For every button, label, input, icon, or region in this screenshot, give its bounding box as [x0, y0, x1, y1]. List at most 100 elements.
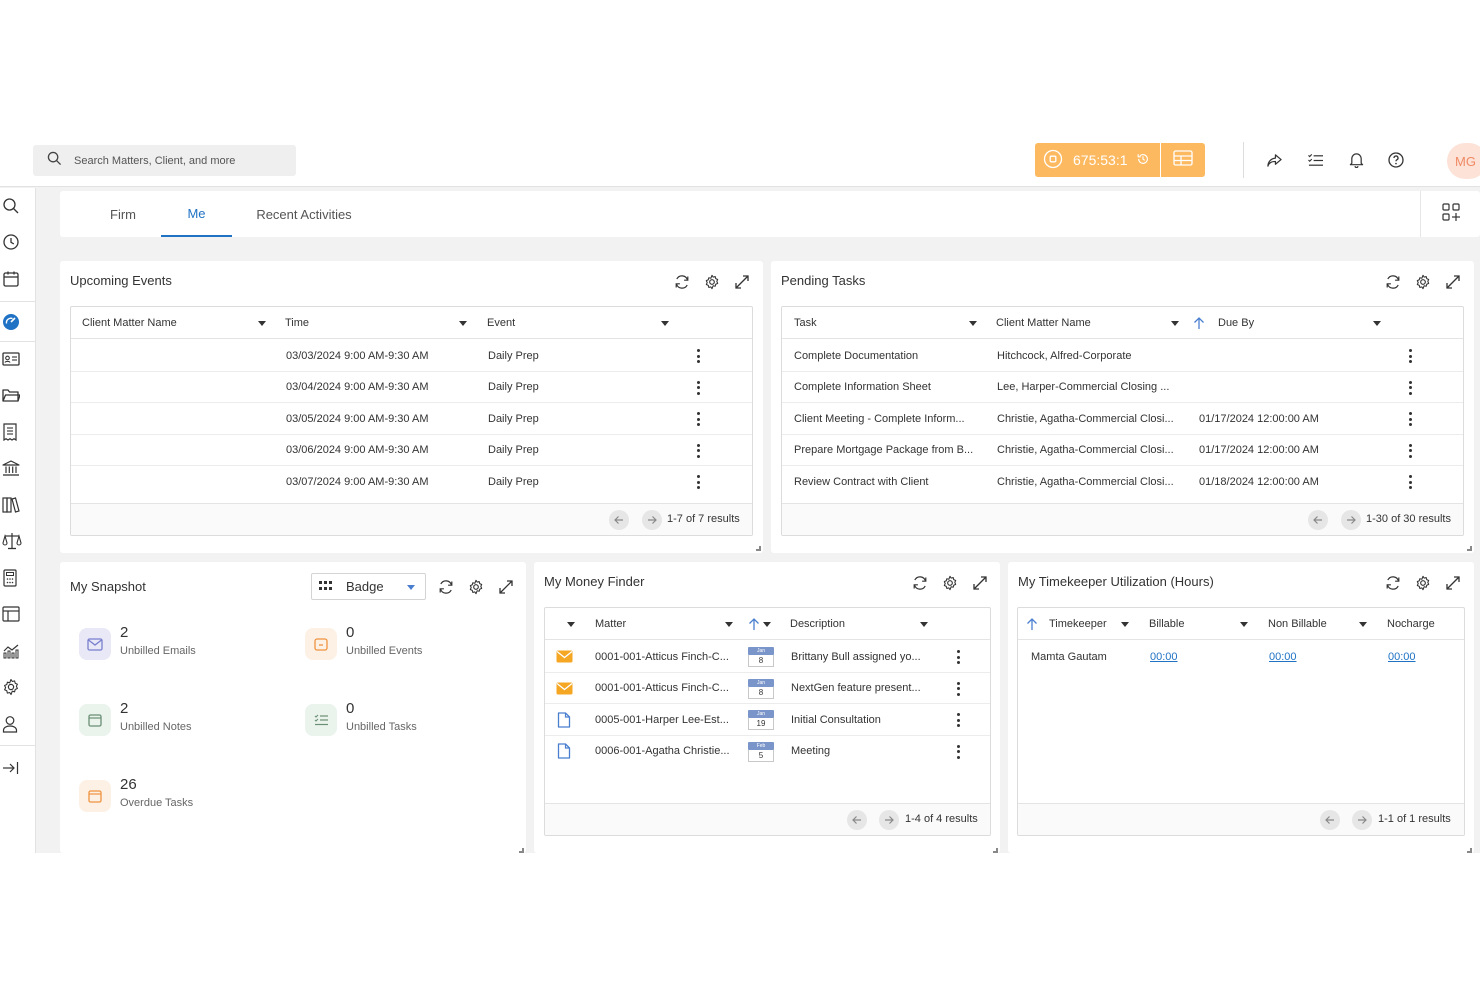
column-menu-icon[interactable] [763, 622, 771, 627]
expand-icon[interactable] [733, 273, 751, 291]
expand-icon[interactable] [497, 578, 515, 596]
table-row[interactable]: 03/05/2024 9:00 AM-9:30 AM Daily Prep [71, 403, 752, 435]
global-search[interactable]: Search Matters, Client, and more [33, 145, 296, 176]
notification-bell-icon[interactable] [1346, 150, 1366, 170]
column-header-billable[interactable]: Billable [1149, 608, 1184, 640]
refresh-icon[interactable] [911, 574, 929, 592]
nav-layout-icon[interactable] [0, 599, 36, 629]
expand-sidebar-icon[interactable] [0, 753, 36, 783]
column-menu-icon[interactable] [258, 321, 266, 326]
resize-handle[interactable] [1467, 848, 1472, 853]
column-header-description[interactable]: Description [790, 608, 845, 640]
billable-link[interactable]: 00:00 [1150, 641, 1178, 672]
snapshot-unbilled-events[interactable]: 0 Unbilled Events [305, 624, 505, 664]
share-icon[interactable] [1264, 150, 1284, 170]
table-row[interactable]: Complete Information Sheet Lee, Harper-C… [782, 372, 1463, 404]
column-menu-icon[interactable] [920, 622, 928, 627]
column-header-time[interactable]: Time [285, 307, 309, 339]
sort-ascending-icon[interactable] [748, 608, 760, 640]
row-menu-icon[interactable] [696, 443, 700, 458]
column-menu-icon[interactable] [1121, 622, 1129, 627]
row-menu-icon[interactable] [696, 475, 700, 490]
expand-icon[interactable] [1444, 574, 1462, 592]
table-row[interactable]: 03/07/2024 9:00 AM-9:30 AM Daily Prep [71, 466, 752, 498]
resize-handle[interactable] [993, 848, 998, 853]
table-row[interactable]: Complete Documentation Hitchcock, Alfred… [782, 340, 1463, 372]
column-header-matter[interactable]: Matter [595, 608, 626, 640]
timer-button[interactable]: 675:53:1 [1035, 143, 1160, 177]
row-menu-icon[interactable] [696, 349, 700, 363]
gear-icon[interactable] [703, 273, 721, 291]
snapshot-unbilled-emails[interactable]: 2 Unbilled Emails [79, 624, 279, 664]
nav-search-icon[interactable] [0, 191, 36, 221]
gear-icon[interactable] [467, 578, 485, 596]
table-row[interactable]: 03/06/2024 9:00 AM-9:30 AM Daily Prep [71, 435, 752, 467]
column-menu-icon[interactable] [725, 622, 733, 627]
refresh-icon[interactable] [1384, 273, 1402, 291]
stop-icon[interactable] [1043, 149, 1063, 172]
resize-handle[interactable] [756, 546, 761, 551]
nav-calendar-icon[interactable] [0, 264, 36, 294]
sort-ascending-icon[interactable] [1026, 608, 1038, 640]
nav-bank-icon[interactable] [0, 453, 36, 483]
table-row[interactable]: Mamta Gautam 00:00 00:00 00:00 [1018, 641, 1464, 673]
tab-recent-activities[interactable]: Recent Activities [250, 191, 358, 237]
column-header-nocharge[interactable]: Nocharge [1387, 608, 1435, 640]
row-menu-icon[interactable] [956, 744, 960, 759]
table-row[interactable]: Prepare Mortgage Package from B... Chris… [782, 435, 1463, 467]
row-menu-icon[interactable] [1408, 349, 1412, 363]
snapshot-overdue-tasks[interactable]: 26 Overdue Tasks [79, 776, 279, 816]
sort-ascending-icon[interactable] [1193, 307, 1205, 339]
next-page-icon[interactable] [1352, 810, 1372, 830]
table-row[interactable]: 0006-001-Agatha Christie... Feb 5 Meeting [545, 736, 990, 768]
refresh-icon[interactable] [437, 578, 455, 596]
non-billable-link[interactable]: 00:00 [1269, 641, 1297, 672]
column-header-client-matter[interactable]: Client Matter Name [82, 307, 177, 339]
help-icon[interactable] [1386, 150, 1406, 170]
user-avatar[interactable]: MG [1447, 143, 1480, 179]
nav-library-icon[interactable] [0, 490, 36, 520]
column-menu-icon[interactable] [459, 321, 467, 326]
nav-calculator-icon[interactable] [0, 563, 36, 593]
table-row[interactable]: Review Contract with Client Christie, Ag… [782, 466, 1463, 498]
row-menu-icon[interactable] [1408, 412, 1412, 427]
nav-clock-icon[interactable] [0, 227, 36, 257]
column-menu-icon[interactable] [1171, 321, 1179, 326]
table-row[interactable]: 0005-001-Harper Lee-Est... Jan 19 Initial… [545, 704, 990, 736]
expand-icon[interactable] [1444, 273, 1462, 291]
row-menu-icon[interactable] [956, 713, 960, 728]
view-select[interactable]: Badge [311, 573, 426, 600]
table-row[interactable]: Client Meeting - Complete Inform... Chri… [782, 403, 1463, 435]
next-page-icon[interactable] [642, 510, 662, 530]
nav-receipt-icon[interactable] [0, 417, 36, 447]
snapshot-unbilled-notes[interactable]: 2 Unbilled Notes [79, 700, 279, 740]
nav-contacts-icon[interactable] [0, 344, 36, 374]
gear-icon[interactable] [1414, 273, 1432, 291]
nocharge-link[interactable]: 00:00 [1388, 641, 1416, 672]
table-row[interactable]: 03/04/2024 9:00 AM-9:30 AM Daily Prep [71, 372, 752, 404]
next-page-icon[interactable] [1341, 510, 1361, 530]
column-header-timekeeper[interactable]: Timekeeper [1049, 608, 1107, 640]
column-menu-icon[interactable] [661, 321, 669, 326]
nav-settings-icon[interactable] [0, 672, 36, 702]
table-row[interactable]: 03/03/2024 9:00 AM-9:30 AM Daily Prep [71, 340, 752, 372]
refresh-icon[interactable] [673, 273, 691, 291]
row-menu-icon[interactable] [1408, 443, 1412, 458]
column-menu-icon[interactable] [1359, 622, 1367, 627]
row-menu-icon[interactable] [1408, 380, 1412, 395]
column-menu-icon[interactable] [969, 321, 977, 326]
nav-folder-icon[interactable] [0, 380, 36, 410]
gear-icon[interactable] [1414, 574, 1432, 592]
column-header-event[interactable]: Event [487, 307, 515, 339]
table-row[interactable]: 0001-001-Atticus Finch-C... Jan 8 Brittan… [545, 641, 990, 673]
refresh-icon[interactable] [1384, 574, 1402, 592]
nav-scales-icon[interactable] [0, 526, 36, 556]
nav-dashboard-icon[interactable] [0, 307, 36, 337]
nav-user-icon[interactable] [0, 709, 36, 739]
tab-firm[interactable]: Firm [100, 191, 146, 237]
prev-page-icon[interactable] [1320, 810, 1340, 830]
row-menu-icon[interactable] [956, 681, 960, 696]
row-menu-icon[interactable] [696, 380, 700, 395]
resize-handle[interactable] [519, 848, 524, 853]
row-menu-icon[interactable] [956, 650, 960, 664]
